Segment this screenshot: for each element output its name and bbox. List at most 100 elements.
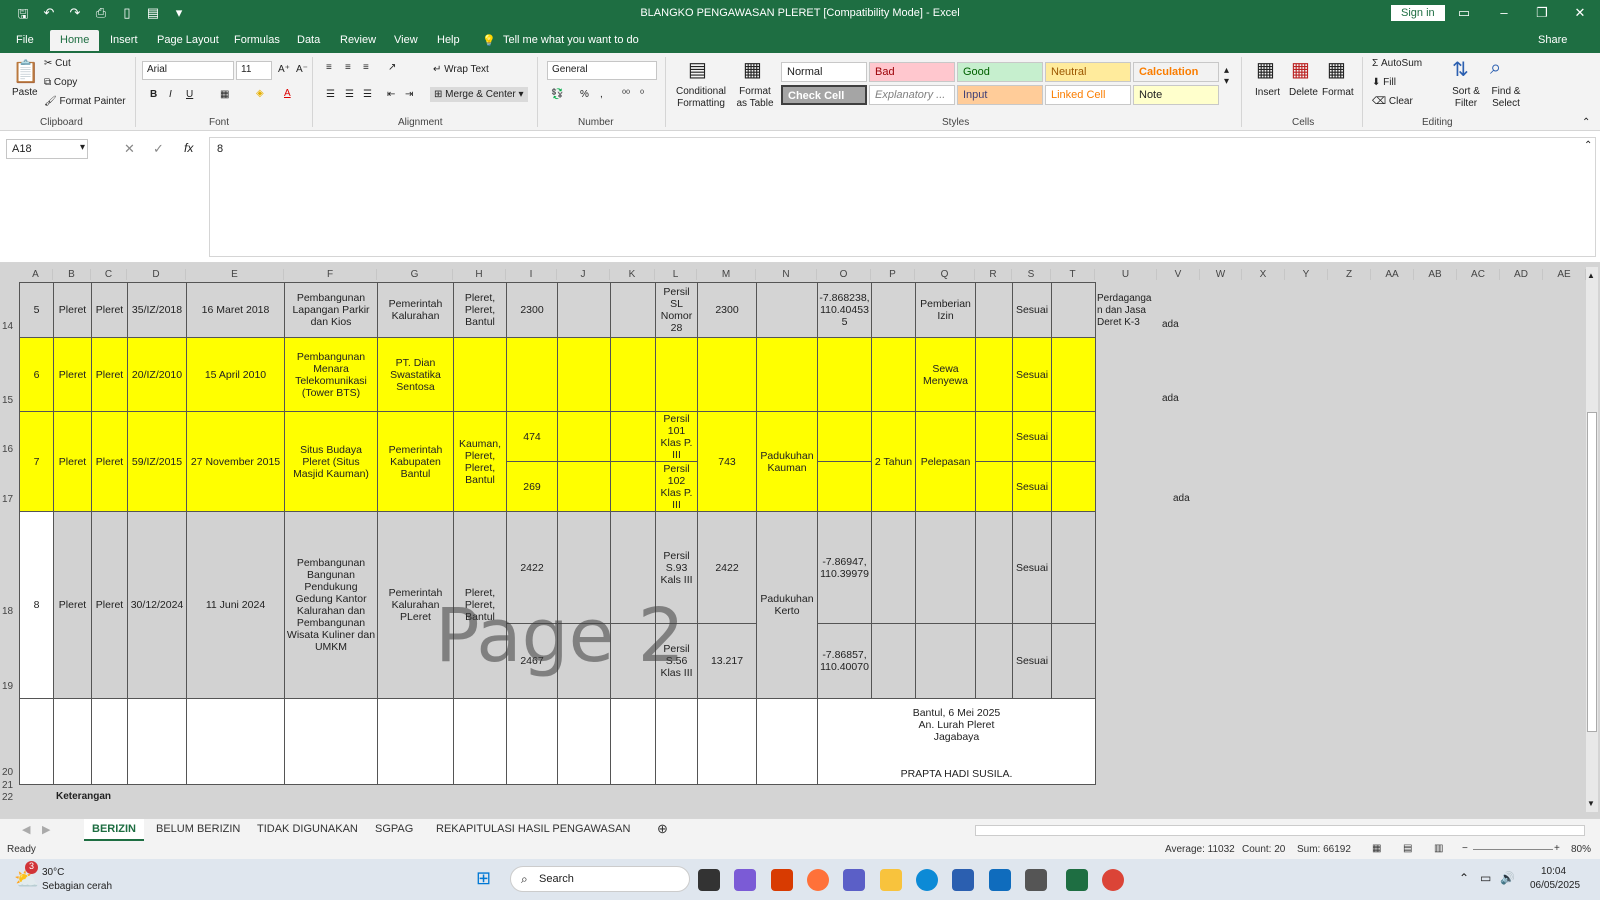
- cut-button[interactable]: ✂ Cut: [44, 58, 71, 69]
- cell[interactable]: [19, 698, 54, 785]
- paste-icon[interactable]: 📋: [12, 59, 39, 85]
- cell[interactable]: Sesuai: [1012, 282, 1052, 338]
- accounting-format-icon[interactable]: 💱: [551, 89, 563, 100]
- delete-cells-icon[interactable]: ▦: [1291, 57, 1310, 82]
- style-good[interactable]: Good: [957, 62, 1043, 82]
- clear-button[interactable]: ⌫ Clear: [1372, 96, 1413, 107]
- style-explanatory[interactable]: Explanatory ...: [869, 85, 955, 105]
- zoom-out-icon[interactable]: −: [1462, 843, 1468, 854]
- cell[interactable]: 27 November 2015: [186, 411, 285, 512]
- excel-icon[interactable]: [1066, 869, 1088, 891]
- cell[interactable]: [610, 698, 656, 785]
- column-header-q[interactable]: Q: [915, 269, 975, 280]
- cell[interactable]: [871, 337, 916, 412]
- column-header-o[interactable]: O: [817, 269, 871, 280]
- cell[interactable]: [975, 337, 1013, 412]
- maximize-icon[interactable]: ❐: [1532, 5, 1552, 21]
- cell[interactable]: [127, 698, 187, 785]
- column-header-r[interactable]: R: [975, 269, 1012, 280]
- formula-input[interactable]: 8: [209, 137, 1596, 257]
- cell[interactable]: [453, 698, 507, 785]
- align-left-icon[interactable]: ☰: [326, 89, 335, 100]
- decrease-font-icon[interactable]: A⁻: [296, 64, 308, 75]
- column-header-ac[interactable]: AC: [1457, 269, 1500, 280]
- column-header-z[interactable]: Z: [1328, 269, 1371, 280]
- name-box[interactable]: A18: [6, 139, 88, 159]
- increase-indent-icon[interactable]: ⇥: [405, 89, 413, 100]
- column-header-w[interactable]: W: [1200, 269, 1242, 280]
- insert-cells-icon[interactable]: ▦: [1256, 57, 1275, 82]
- format-as-table-icon[interactable]: ▦: [743, 57, 762, 82]
- volume-icon[interactable]: 🔊: [1500, 871, 1515, 885]
- format-button[interactable]: Format: [1322, 87, 1354, 98]
- tab-help[interactable]: Help: [437, 34, 460, 46]
- sign-in-button[interactable]: Sign in: [1391, 5, 1445, 21]
- cell[interactable]: 2422: [697, 511, 757, 624]
- cell[interactable]: [91, 698, 128, 785]
- style-input[interactable]: Input: [957, 85, 1043, 105]
- sheet-tab-tidak-digunakan[interactable]: TIDAK DIGUNAKAN: [257, 823, 358, 835]
- align-middle-icon[interactable]: ≡: [345, 62, 351, 73]
- cell[interactable]: 2 Tahun: [871, 411, 916, 512]
- cell[interactable]: [1051, 282, 1096, 338]
- cell[interactable]: Padukuhan Kauman: [756, 411, 818, 512]
- cell[interactable]: 16 Maret 2018: [186, 282, 285, 338]
- column-header-s[interactable]: S: [1012, 269, 1051, 280]
- store-icon[interactable]: [952, 869, 974, 891]
- cell[interactable]: 30/12/2024: [127, 511, 187, 699]
- cell[interactable]: [871, 511, 916, 624]
- cell[interactable]: [186, 698, 285, 785]
- style-note[interactable]: Note: [1133, 85, 1219, 105]
- styles-scroll-icon[interactable]: ▴ ▾: [1224, 65, 1229, 87]
- column-header-g[interactable]: G: [377, 269, 453, 280]
- column-header-c[interactable]: C: [91, 269, 127, 280]
- borders-icon[interactable]: ▦: [220, 89, 229, 100]
- zoom-slider[interactable]: [1473, 849, 1553, 850]
- row-number[interactable]: 22: [2, 792, 13, 803]
- scroll-up-icon[interactable]: ▲: [1587, 271, 1595, 280]
- decrease-indent-icon[interactable]: ⇤: [387, 89, 395, 100]
- cell[interactable]: 15 April 2010: [186, 337, 285, 412]
- cell[interactable]: [557, 461, 611, 512]
- cell[interactable]: [655, 698, 698, 785]
- cell[interactable]: Sesuai: [1012, 337, 1052, 412]
- cell[interactable]: -7.868238, 110.40453 5: [817, 282, 872, 338]
- decrease-decimal-icon[interactable]: ⁰: [640, 89, 644, 100]
- cell[interactable]: [655, 337, 698, 412]
- cell[interactable]: Pleret: [53, 511, 92, 699]
- tab-formulas[interactable]: Formulas: [234, 34, 280, 46]
- share-button[interactable]: Share: [1538, 34, 1567, 46]
- cell[interactable]: Pemberian Izin: [915, 282, 976, 338]
- chrome-icon[interactable]: [1102, 869, 1124, 891]
- cell[interactable]: Pemerintah Kalurahan: [377, 282, 454, 338]
- minimize-icon[interactable]: –: [1494, 5, 1514, 20]
- column-header-n[interactable]: N: [756, 269, 817, 280]
- column-header-b[interactable]: B: [53, 269, 91, 280]
- clock-time[interactable]: 10:04: [1541, 866, 1566, 877]
- ribbon-display-icon[interactable]: ▭: [1454, 5, 1474, 21]
- font-size-select[interactable]: 11: [236, 61, 272, 80]
- italic-icon[interactable]: I: [169, 89, 172, 100]
- cell-v15[interactable]: ada: [1162, 393, 1179, 404]
- style-calculation[interactable]: Calculation: [1133, 62, 1219, 82]
- tab-review[interactable]: Review: [340, 34, 376, 46]
- file-explorer-icon[interactable]: [880, 869, 902, 891]
- row-number[interactable]: 17: [2, 494, 13, 505]
- column-header-t[interactable]: T: [1051, 269, 1095, 280]
- cell[interactable]: Situs Budaya Pleret (Situs Masjid Kauman…: [284, 411, 378, 512]
- cell[interactable]: [817, 461, 872, 512]
- cell[interactable]: [975, 461, 1013, 512]
- format-as-table-button[interactable]: Format as Table: [733, 86, 777, 110]
- column-header-p[interactable]: P: [871, 269, 915, 280]
- scroll-thumb[interactable]: [1587, 412, 1597, 732]
- cell[interactable]: Pleret: [53, 282, 92, 338]
- cell[interactable]: Persil 101 Klas P. III: [655, 411, 698, 462]
- column-header-i[interactable]: I: [506, 269, 557, 280]
- cell[interactable]: -7.86947, 110.39979: [817, 511, 872, 624]
- cell[interactable]: PT. Dian Swastatika Sentosa: [377, 337, 454, 412]
- column-header-ab[interactable]: AB: [1414, 269, 1457, 280]
- column-header-v[interactable]: V: [1157, 269, 1200, 280]
- cell[interactable]: [975, 411, 1013, 462]
- cell[interactable]: Pembangunan Menara Telekomunikasi (Tower…: [284, 337, 378, 412]
- active-cell[interactable]: 8: [19, 511, 54, 699]
